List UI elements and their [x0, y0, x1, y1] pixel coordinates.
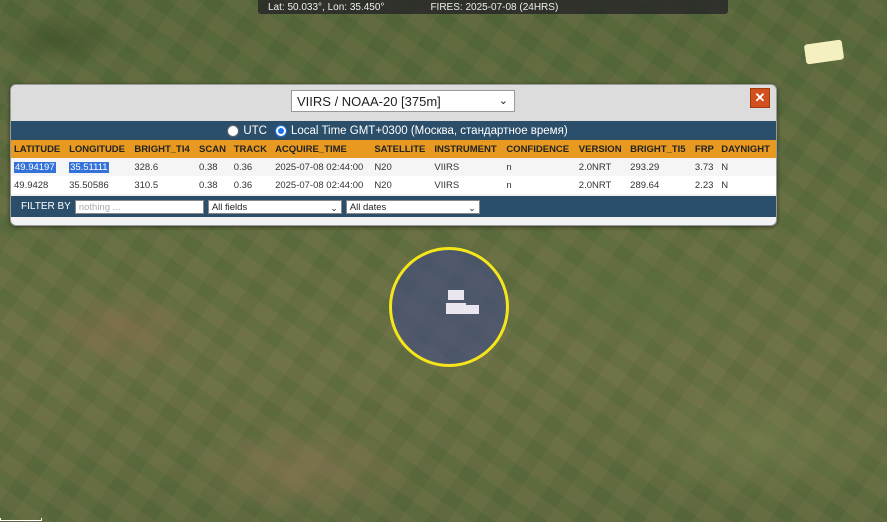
popup-header: VIIRS / NOAA-20 [375m] ⌄ ✕ [11, 85, 776, 121]
fire-pixel [446, 303, 466, 314]
cell-version: 2.0NRT [575, 176, 628, 194]
cell-latitude: 49.9428 [11, 176, 67, 194]
fire-detection-circle[interactable] [389, 247, 509, 367]
close-button[interactable]: ✕ [750, 88, 770, 108]
radio-utc-label: UTC [243, 124, 267, 137]
col-satellite[interactable]: SATELLITE [371, 140, 432, 158]
cell-track: 0.36 [230, 176, 273, 194]
radio-utc[interactable] [227, 124, 240, 137]
chevron-down-icon: ⌄ [330, 202, 338, 213]
selected-text: 49.94197 [14, 161, 56, 173]
cell-confidence: n [503, 176, 576, 194]
selected-text: 35.51111 [69, 161, 109, 173]
cell-instrument: VIIRS [431, 176, 504, 194]
cell-frp: 3.73 [691, 158, 719, 176]
filter-label: FILTER BY [21, 201, 71, 212]
cell-scan: 0.38 [196, 158, 231, 176]
col-scan[interactable]: SCAN [196, 140, 231, 158]
col-bright-ti4[interactable]: BRIGHT_TI4 [131, 140, 197, 158]
map-status-bar: Lat: 50.033°, Lon: 35.450° FIRES: 2025-0… [258, 0, 728, 14]
cell-acquire-time: 2025-07-08 02:44:00 [272, 176, 372, 194]
col-confidence[interactable]: CONFIDENCE [503, 140, 576, 158]
cell-daynight: N [718, 176, 776, 194]
fire-pixel [465, 305, 479, 314]
cell-acquire-time: 2025-07-08 02:44:00 [272, 158, 372, 176]
cell-scan: 0.38 [196, 176, 231, 194]
fire-pixel [448, 290, 464, 300]
fires-date-label: FIRES: 2025-07-08 (24HRS) [430, 1, 559, 13]
cell-satellite: N20 [371, 176, 432, 194]
map-scale-bar [0, 518, 42, 521]
date-select[interactable]: All dates ⌄ [345, 199, 480, 214]
col-frp[interactable]: FRP [691, 140, 719, 158]
chevron-down-icon: ⌄ [468, 202, 476, 213]
cell-bright-ti5: 289.64 [627, 176, 692, 194]
col-latitude[interactable]: LATITUDE [11, 140, 67, 158]
col-instrument[interactable]: INSTRUMENT [431, 140, 504, 158]
cursor-coordinates: Lat: 50.033°, Lon: 35.450° [268, 1, 385, 13]
cell-bright-ti4: 328.6 [131, 158, 197, 176]
chevron-down-icon: ⌄ [498, 95, 508, 107]
cell-longitude: 35.51111 [66, 158, 132, 176]
filter-input[interactable]: nothing ... [74, 199, 204, 214]
field-select-value: All fields [211, 201, 248, 213]
fire-data-table: LATITUDE LONGITUDE BRIGHT_TI4 SCAN TRACK… [11, 140, 776, 194]
table-row[interactable]: 49.9428 35.50586 310.5 0.38 0.36 2025-07… [11, 176, 776, 194]
fire-info-popup: VIIRS / NOAA-20 [375m] ⌄ ✕ UTC Local Tim… [10, 84, 777, 226]
cell-bright-ti4: 310.5 [131, 176, 197, 194]
col-daynight[interactable]: DAYNIGHT [718, 140, 776, 158]
table-header-row: LATITUDE LONGITUDE BRIGHT_TI4 SCAN TRACK… [11, 140, 776, 158]
timezone-bar: UTC Local Time GMT+0300 (Москва, стандар… [11, 121, 776, 140]
col-acquire-time[interactable]: ACQUIRE_TIME [272, 140, 372, 158]
satellite-select[interactable]: VIIRS / NOAA-20 [375m] ⌄ [291, 90, 515, 112]
filter-bar: FILTER BY nothing ... All fields ⌄ All d… [11, 196, 776, 217]
date-select-value: All dates [349, 201, 387, 213]
table-row[interactable]: 49.94197 35.51111 328.6 0.38 0.36 2025-0… [11, 158, 776, 176]
cell-latitude: 49.94197 [11, 158, 67, 176]
cell-daynight: N [718, 158, 776, 176]
col-bright-ti5[interactable]: BRIGHT_TI5 [627, 140, 692, 158]
cell-frp: 2.23 [691, 176, 719, 194]
col-version[interactable]: VERSION [575, 140, 628, 158]
col-track[interactable]: TRACK [230, 140, 273, 158]
cell-confidence: n [503, 158, 576, 176]
cell-longitude: 35.50586 [66, 176, 132, 194]
cell-satellite: N20 [371, 158, 432, 176]
satellite-select-value: VIIRS / NOAA-20 [375m] [297, 93, 441, 109]
radio-local-time-label: Local Time GMT+0300 (Москва, стандартное… [290, 124, 568, 137]
field-select[interactable]: All fields ⌄ [207, 199, 342, 214]
cell-version: 2.0NRT [575, 158, 628, 176]
cell-bright-ti5: 293.29 [627, 158, 692, 176]
cell-instrument: VIIRS [431, 158, 504, 176]
cell-track: 0.36 [230, 158, 273, 176]
radio-local-time[interactable] [274, 124, 287, 137]
col-longitude[interactable]: LONGITUDE [66, 140, 132, 158]
